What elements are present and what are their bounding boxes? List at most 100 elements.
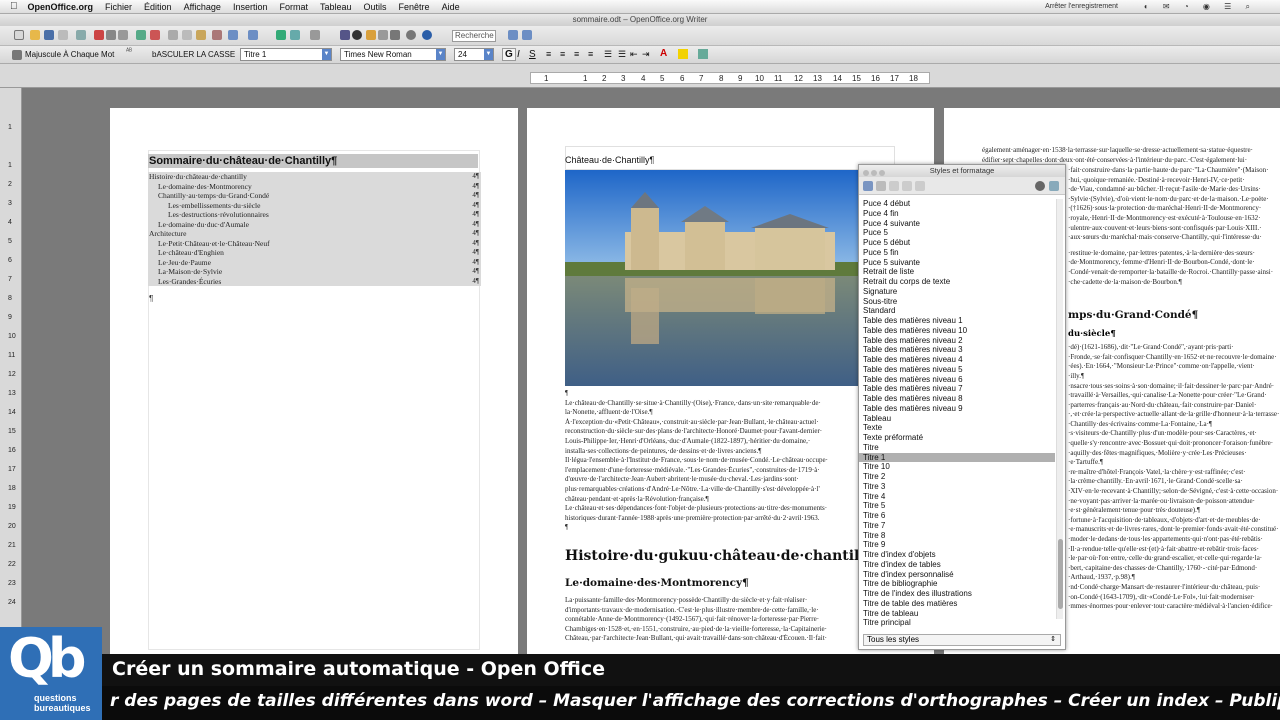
open-icon[interactable] <box>30 30 40 40</box>
heading-3-p3[interactable]: du·siècle¶ <box>1068 329 1280 339</box>
frame-styles-icon[interactable] <box>889 181 899 191</box>
style-list-item[interactable]: Table des matières niveau 6 <box>859 375 1055 385</box>
style-list-item[interactable]: Tableau <box>859 414 1055 424</box>
chevron-down-icon[interactable]: ▼ <box>322 49 331 60</box>
new-style-icon[interactable] <box>1049 181 1059 191</box>
style-list-item[interactable]: Titre 6 <box>859 511 1055 521</box>
style-list-item[interactable]: Table des matières niveau 3 <box>859 345 1055 355</box>
table-icon[interactable] <box>290 30 300 40</box>
page-header[interactable]: Château·de·Chantilly¶ <box>565 155 654 165</box>
align-right-icon[interactable]: ≡ <box>574 49 579 59</box>
style-list-item[interactable]: Titre de bibliographie <box>859 579 1055 589</box>
numbering-icon[interactable]: ☰ <box>604 49 612 60</box>
character-styles-icon[interactable] <box>876 181 886 191</box>
list-styles-icon[interactable] <box>915 181 925 191</box>
style-list-item[interactable]: Titre 5 <box>859 501 1055 511</box>
style-list-item[interactable]: Puce 4 suivante <box>859 219 1055 229</box>
menu-tableau[interactable]: Tableau <box>320 2 352 12</box>
body-text-block-2[interactable]: La·puissante·famille·des·Montmorency·pos… <box>565 596 895 644</box>
bullets-icon[interactable]: ☰ <box>618 49 626 60</box>
help-icon[interactable] <box>422 30 432 40</box>
style-list-item[interactable]: Puce 4 fin <box>859 209 1055 219</box>
highlight-icon[interactable] <box>678 49 688 59</box>
body-text-block-3b[interactable]: ·fait·construire·dans·la·partie·haute·du… <box>1068 166 1280 612</box>
pdf-export-icon[interactable] <box>94 30 104 40</box>
scrollbar-thumb[interactable] <box>1058 539 1063 609</box>
zoom-icon[interactable] <box>406 30 416 40</box>
style-list-item[interactable]: Signature <box>859 287 1055 297</box>
style-list-item[interactable]: Texte <box>859 423 1055 433</box>
style-list-item[interactable]: Table des matières niveau 4 <box>859 355 1055 365</box>
style-list-item[interactable]: Titre 8 <box>859 531 1055 541</box>
increase-indent-icon[interactable]: ⇥ <box>642 49 650 60</box>
navigator-icon[interactable] <box>352 30 362 40</box>
page-styles-icon[interactable] <box>902 181 912 191</box>
empty-paragraph[interactable]: ¶ <box>149 294 153 303</box>
styles-filter-select[interactable]: Tous les styles ⇕ <box>863 634 1061 646</box>
email-icon[interactable] <box>58 30 68 40</box>
paragraph-style-select[interactable]: Titre 1 ▼ <box>240 48 332 61</box>
styles-list[interactable]: Puce 4 début Puce 4 fin Puce 4 suivante Puc… <box>859 199 1055 627</box>
style-list-item[interactable]: Titre 3 <box>859 482 1055 492</box>
menu-edition[interactable]: Édition <box>144 2 172 12</box>
stop-recording-item[interactable]: Arrêter l'enregistrement <box>1045 3 1118 10</box>
font-size-select[interactable]: 24 ▼ <box>454 48 494 61</box>
autospell-icon[interactable] <box>150 30 160 40</box>
style-list-item[interactable]: Titre d'index d'objets <box>859 550 1055 560</box>
cut-icon[interactable] <box>168 30 178 40</box>
italic-icon[interactable]: I <box>517 49 520 60</box>
styles-icon[interactable] <box>12 50 22 60</box>
chevron-down-icon[interactable]: ▼ <box>436 49 445 60</box>
paste-icon[interactable] <box>196 30 206 40</box>
justify-icon[interactable]: ≡ <box>588 49 593 59</box>
chevron-down-icon[interactable]: ▼ <box>484 49 493 60</box>
style-list-item[interactable]: Titre <box>859 443 1055 453</box>
toc-title[interactable]: Sommaire·du·château·de·Chantilly¶ <box>148 154 478 168</box>
status-icons[interactable]: ◐ ✉ ◔ ◉ ☰ ⌕ <box>1144 2 1256 12</box>
body-text-block[interactable]: ¶ Le·château·de·Chantilly·se·situe·à·Cha… <box>565 389 895 533</box>
new-document-icon[interactable] <box>14 30 24 40</box>
align-left-icon[interactable]: ≡ <box>546 49 551 59</box>
style-list-item[interactable]: Titre de l'index des illustrations <box>859 589 1055 599</box>
menu-outils[interactable]: Outils <box>364 2 387 12</box>
menu-insertion[interactable]: Insertion <box>233 2 268 12</box>
spellcheck-icon[interactable] <box>136 30 146 40</box>
apple-icon[interactable]:  <box>10 1 18 12</box>
style-list-item[interactable]: Titre 7 <box>859 521 1055 531</box>
style-list-item[interactable]: Table des matières niveau 9 <box>859 404 1055 414</box>
clone-format-icon[interactable] <box>212 30 222 40</box>
gallery-icon[interactable] <box>366 30 376 40</box>
style-list-item[interactable]: Titre d'index personnalisé <box>859 570 1055 580</box>
font-name-select[interactable]: Times New Roman ▼ <box>340 48 446 61</box>
basculer-button[interactable]: bASCULER LA CASSE <box>152 50 235 59</box>
decrease-indent-icon[interactable]: ⇤ <box>630 49 638 60</box>
menu-app-name[interactable]: OpenOffice.org <box>28 2 94 12</box>
style-list-item[interactable]: Titre 10 <box>859 462 1055 472</box>
style-list-item[interactable]: Puce 5 début <box>859 238 1055 248</box>
style-list-item[interactable]: Puce 5 fin <box>859 248 1055 258</box>
style-list-item[interactable]: Titre 4 <box>859 492 1055 502</box>
style-list-item[interactable]: Sous-titre <box>859 297 1055 307</box>
style-list-item[interactable]: Table des matières niveau 10 <box>859 326 1055 336</box>
save-icon[interactable] <box>44 30 54 40</box>
style-list-item[interactable]: Table des matières niveau 5 <box>859 365 1055 375</box>
find-next-icon[interactable] <box>508 30 518 40</box>
style-list-item[interactable]: Standard <box>859 306 1055 316</box>
style-list-item[interactable]: Puce 5 suivante <box>859 258 1055 268</box>
style-list-item[interactable]: Titre 1 <box>859 452 1055 463</box>
styles-scrollbar[interactable] <box>1056 199 1063 619</box>
chateau-photo[interactable] <box>565 170 859 386</box>
style-list-item[interactable]: Table des matières niveau 7 <box>859 384 1055 394</box>
menu-aide[interactable]: Aide <box>442 2 460 12</box>
menu-fichier[interactable]: Fichier <box>105 2 132 12</box>
menu-affichage[interactable]: Affichage <box>184 2 221 12</box>
data-sources-icon[interactable] <box>378 30 388 40</box>
style-list-item[interactable]: Titre 2 <box>859 472 1055 482</box>
search-input[interactable]: Recherche <box>452 30 496 42</box>
align-center-icon[interactable]: ≡ <box>560 49 565 59</box>
vertical-ruler[interactable]: 1 1 2 3 4 5 6 7 8 9 10 11 12 13 14 15 16… <box>0 88 22 720</box>
print-icon[interactable] <box>106 30 116 40</box>
formatting-marks-icon[interactable] <box>390 30 400 40</box>
styles-panel-titlebar[interactable]: Styles et formatage <box>859 165 1065 177</box>
body-text-block-3[interactable]: également·aménager·en·1538·la·terrasse·s… <box>982 146 1280 165</box>
